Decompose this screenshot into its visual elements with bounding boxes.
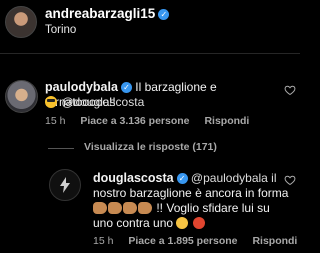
comment-time: 15 h: [45, 115, 66, 127]
reply-likes[interactable]: Piace a 1.895 persone: [128, 235, 237, 247]
post-location[interactable]: Torino: [45, 24, 76, 36]
reply-text-end: uno contra uno: [93, 216, 174, 230]
reply-button[interactable]: Rispondi: [252, 235, 297, 247]
divider: [0, 53, 300, 54]
comment-username[interactable]: paulodybala: [45, 80, 118, 94]
reply-mention[interactable]: @paulodybala il: [191, 171, 277, 185]
avatar[interactable]: [49, 169, 81, 201]
comment-second-line: @douglascosta: [45, 95, 144, 110]
reply-line-4: uno contra uno: [93, 216, 206, 231]
heart-outline-icon[interactable]: [284, 174, 296, 186]
comment-likes[interactable]: Piace a 3.136 persone: [80, 115, 189, 127]
laughing-emoji-icon: [176, 217, 189, 229]
avatar[interactable]: [5, 80, 38, 113]
reply-meta: 15 h Piace a 1.895 persone Rispondi: [93, 235, 309, 247]
post-username[interactable]: andreabarzagli15: [45, 6, 155, 21]
angry-emoji-icon: [192, 217, 205, 229]
reply-line-2: nostro barzaglione è ancora in forma: [93, 186, 289, 200]
verified-badge-icon: ✓: [120, 82, 132, 93]
reply-text: !! Voglio sfidare lui su: [156, 201, 270, 215]
clap-emoji-icon: [108, 202, 122, 214]
view-replies-button[interactable]: Visualizza le risposte (171): [84, 141, 217, 153]
clap-emoji-icon: [93, 202, 107, 214]
reply-button[interactable]: Rispondi: [204, 115, 249, 127]
clap-emoji-icon: [123, 202, 137, 214]
bolt-logo-icon: [60, 177, 70, 193]
comment-meta: 15 h Piace a 3.136 persone Rispondi: [45, 115, 261, 127]
reply-username[interactable]: douglascosta: [93, 171, 174, 185]
avatar[interactable]: [5, 6, 37, 38]
clap-emoji-icon: [138, 202, 152, 214]
post-username-row[interactable]: andreabarzagli15 ✓: [45, 6, 170, 21]
cool-face-emoji-icon: [45, 96, 57, 108]
comment-mention[interactable]: @douglascosta: [61, 95, 144, 109]
reply-time: 15 h: [93, 235, 114, 247]
reply-body: douglascosta ✓ @paulodybala il: [93, 171, 283, 186]
reply-line-3: !! Voglio sfidare lui su: [93, 201, 270, 216]
verified-badge-icon: ✓: [158, 9, 170, 20]
verified-badge-icon: ✓: [176, 173, 188, 184]
post-header: andreabarzagli15 ✓ Torino: [0, 0, 300, 48]
replies-divider-line: [48, 148, 74, 149]
heart-outline-icon[interactable]: [284, 84, 296, 96]
